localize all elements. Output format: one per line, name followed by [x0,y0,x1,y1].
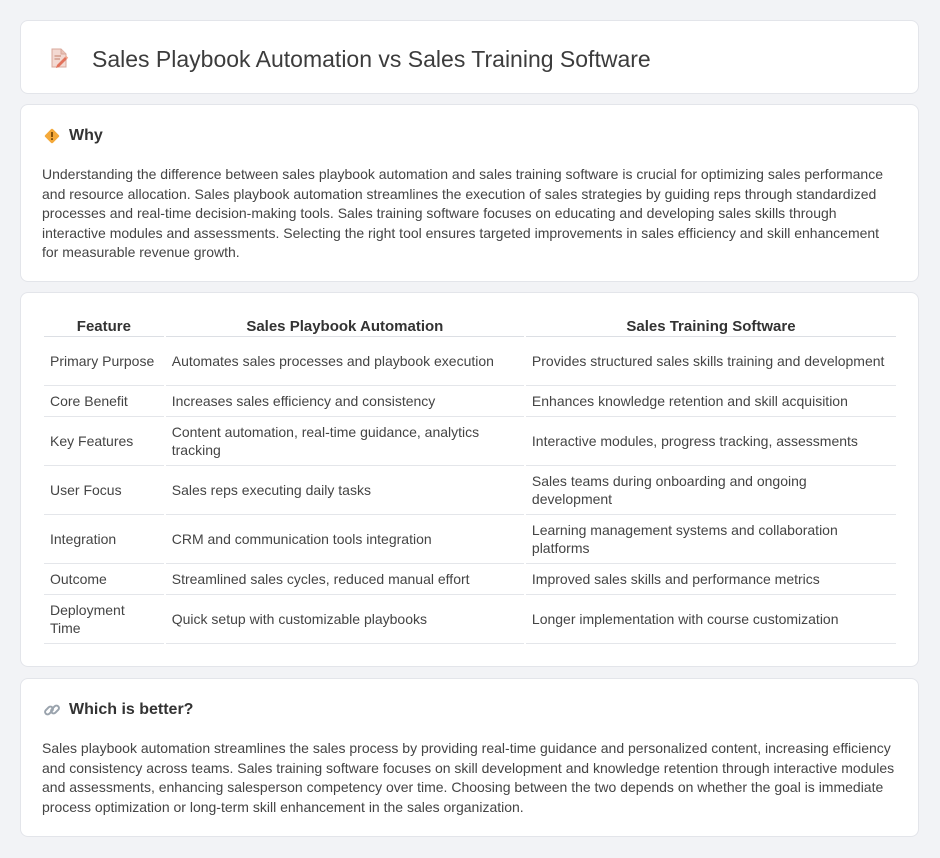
header-playbook-automation: Sales Playbook Automation [165,315,524,337]
link-icon [44,704,60,716]
row-playbook-value: CRM and communication tools integration [165,515,524,564]
row-feature: Deployment Time [44,595,164,644]
row-training-value: Interactive modules, progress tracking, … [525,417,896,466]
table-header-row: Feature Sales Playbook Automation Sales … [44,315,896,337]
row-feature: Core Benefit [44,386,164,417]
better-text: Sales playbook automation streamlines th… [42,740,895,815]
better-title: Which is better? [69,701,194,718]
table-row: User Focus Sales reps executing daily ta… [44,466,896,515]
row-playbook-value: Increases sales efficiency and consisten… [165,386,524,417]
row-feature: Outcome [44,564,164,595]
page-title: Sales Playbook Automation vs Sales Train… [92,46,651,72]
row-feature: Primary Purpose [44,337,164,386]
why-heading: Why [43,127,103,145]
why-title: Why [69,127,103,144]
row-training-value: Provides structured sales skills trainin… [525,337,896,386]
comparison-table: Feature Sales Playbook Automation Sales … [42,315,898,644]
row-playbook-value: Streamlined sales cycles, reduced manual… [165,564,524,595]
comparison-section: Feature Sales Playbook Automation Sales … [20,292,919,667]
which-is-better-section: Which is better? Sales playbook automati… [20,678,919,837]
row-training-value: Learning management systems and collabor… [525,515,896,564]
row-playbook-value: Automates sales processes and playbook e… [165,337,524,386]
why-text: Understanding the difference between sal… [42,166,883,260]
table-row: Primary Purpose Automates sales processe… [44,337,896,386]
row-training-value: Improved sales skills and performance me… [525,564,896,595]
diamond-warning-icon [44,128,60,144]
row-feature: User Focus [44,466,164,515]
table-row: Deployment Time Quick setup with customi… [44,595,896,644]
better-heading: Which is better? [43,701,193,719]
row-training-value: Enhances knowledge retention and skill a… [525,386,896,417]
header-feature: Feature [44,315,164,337]
why-section: Why Understanding the difference between… [20,104,919,282]
table-row: Outcome Streamlined sales cycles, reduce… [44,564,896,595]
document-edit-icon [51,48,69,68]
table-row: Core Benefit Increases sales efficiency … [44,386,896,417]
row-training-value: Sales teams during onboarding and ongoin… [525,466,896,515]
table-row: Key Features Content automation, real-ti… [44,417,896,466]
table-row: Integration CRM and communication tools … [44,515,896,564]
row-training-value: Longer implementation with course custom… [525,595,896,644]
row-playbook-value: Sales reps executing daily tasks [165,466,524,515]
row-feature: Key Features [44,417,164,466]
row-feature: Integration [44,515,164,564]
header-training-software: Sales Training Software [525,315,896,337]
title-card: Sales Playbook Automation vs Sales Train… [20,20,919,94]
row-playbook-value: Quick setup with customizable playbooks [165,595,524,644]
row-playbook-value: Content automation, real-time guidance, … [165,417,524,466]
